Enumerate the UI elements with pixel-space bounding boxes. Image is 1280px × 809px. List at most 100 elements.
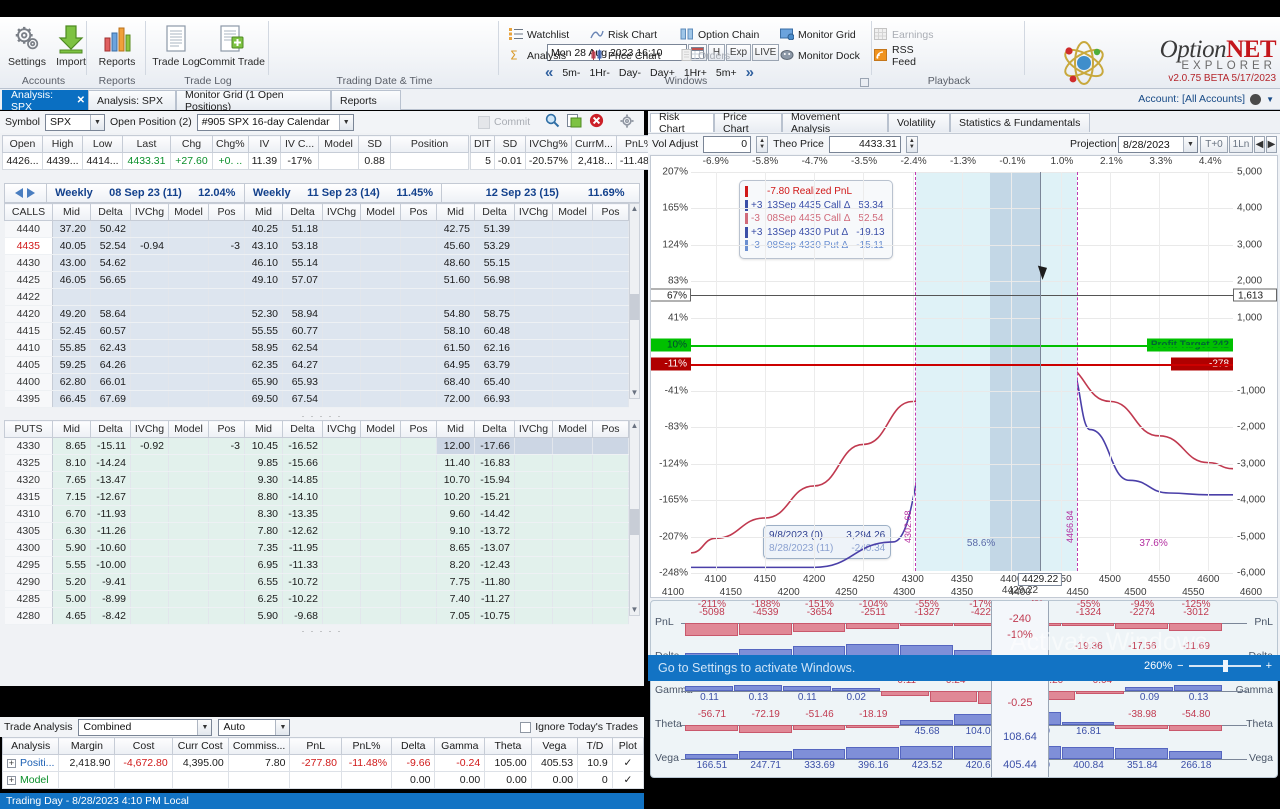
chain-cell-delta[interactable]	[474, 288, 515, 306]
chain-cell-delta[interactable]: -16.83	[474, 454, 515, 472]
chain-cell-model[interactable]	[168, 237, 209, 255]
chain-row[interactable]: 4280 4.65 -8.42 5.90 -9.68 7.05 -10.75	[4, 607, 629, 625]
chain-cell-model[interactable]	[168, 356, 209, 374]
ta-row[interactable]: + Positi... 2,418.90 -4,672.80 4,395.00 7.80-…	[1, 754, 645, 772]
chain-cell-pos[interactable]	[592, 471, 629, 489]
chain-cell-pos[interactable]	[400, 373, 437, 391]
chain-cell-model[interactable]	[168, 322, 209, 340]
chain-cell-pos[interactable]	[592, 254, 629, 272]
chain-cell-mid[interactable]: 6.95	[244, 556, 283, 574]
chain-cell-ivchg[interactable]	[514, 437, 553, 455]
chain-cell-pos[interactable]: -3	[208, 237, 245, 255]
chain-cell-mid[interactable]: 42.75	[436, 220, 475, 238]
chain-cell-model[interactable]	[360, 607, 401, 625]
chain-cell-mid[interactable]: 49.20	[52, 305, 91, 323]
position-select[interactable]: #905 SPX 16-day Calendar ▼	[196, 113, 354, 131]
chain-cell-delta[interactable]: 54.62	[90, 254, 131, 272]
chain-cell-ivchg[interactable]	[514, 590, 553, 608]
chain-cell-mid[interactable]: 5.90	[52, 539, 91, 557]
chain-row[interactable]: 4430 43.00 54.62 46.10 55.14 48.60 55.15	[4, 254, 629, 272]
chain-cell-pos[interactable]	[400, 539, 437, 557]
chain-cell-ivchg[interactable]	[322, 254, 361, 272]
chain-cell-mid[interactable]: 8.65	[52, 437, 91, 455]
chain-cell-model[interactable]	[360, 590, 401, 608]
chain-cell-mid[interactable]: 54.80	[436, 305, 475, 323]
window-monitor-dock-button[interactable]: Monitor Dock	[778, 47, 862, 65]
chain-cell-mid[interactable]: 68.40	[436, 373, 475, 391]
chain-cell-pos[interactable]	[400, 339, 437, 357]
chain-strike[interactable]: 4435	[4, 237, 53, 255]
chain-cell-pos[interactable]	[592, 356, 629, 374]
chain-cell-model[interactable]	[552, 288, 593, 306]
tab-statistics-fundamentals[interactable]: Statistics & Fundamentals	[950, 113, 1090, 132]
chain-cell-delta[interactable]: -14.10	[282, 488, 323, 506]
expiry-header-1[interactable]: Weekly 08 Sep 23 (11) 12.04%	[47, 184, 245, 202]
chain-cell-delta[interactable]: 67.69	[90, 390, 131, 408]
chain-cell-delta[interactable]: 58.75	[474, 305, 515, 323]
chain-cell-delta[interactable]: -12.62	[282, 522, 323, 540]
chain-cell-ivchg[interactable]	[322, 322, 361, 340]
chain-cell-pos[interactable]: -3	[208, 437, 245, 455]
chain-cell-ivchg[interactable]	[130, 339, 169, 357]
chain-cell-pos[interactable]	[592, 220, 629, 238]
chain-strike[interactable]: 4415	[4, 322, 53, 340]
chain-strike[interactable]: 4310	[4, 505, 53, 523]
chain-cell-model[interactable]	[168, 271, 209, 289]
expand-icon[interactable]: +	[7, 759, 16, 768]
greeks-panel[interactable]: 4100 4150 4200 4250 4300 4350 4400 4450 4500 4550…	[650, 585, 1278, 778]
chain-cell-delta[interactable]: 58.64	[90, 305, 131, 323]
chain-cell-delta[interactable]: -9.41	[90, 573, 131, 591]
windows-dialog-launcher[interactable]	[860, 78, 869, 87]
chain-cell-ivchg[interactable]	[322, 539, 361, 557]
chain-cell-pos[interactable]	[400, 522, 437, 540]
chain-strike[interactable]: 4285	[4, 590, 53, 608]
chain-cell-mid[interactable]: 10.70	[436, 471, 475, 489]
chain-cell-delta[interactable]: -15.21	[474, 488, 515, 506]
tab-volatility[interactable]: Volatility	[888, 113, 950, 132]
chain-cell-ivchg[interactable]	[322, 505, 361, 523]
projection-next-button[interactable]: ▶	[1266, 136, 1277, 153]
chain-cell-mid[interactable]: 9.60	[436, 505, 475, 523]
scroll-down-icon[interactable]: ▼	[630, 605, 639, 615]
chain-cell-ivchg[interactable]	[514, 305, 553, 323]
chain-cell-mid[interactable]: 51.60	[436, 271, 475, 289]
chain-cell-model[interactable]	[168, 339, 209, 357]
chain-cell-mid[interactable]: 4.65	[52, 607, 91, 625]
chain-cell-ivchg[interactable]	[322, 454, 361, 472]
chain-cell-delta[interactable]: 55.14	[282, 254, 323, 272]
chain-cell-model[interactable]	[168, 488, 209, 506]
chain-cell-pos[interactable]	[208, 573, 245, 591]
chain-cell-mid[interactable]: 7.40	[436, 590, 475, 608]
chain-cell-model[interactable]	[168, 390, 209, 408]
chain-cell-pos[interactable]	[208, 339, 245, 357]
chain-cell-delta[interactable]: 63.79	[474, 356, 515, 374]
chain-cell-model[interactable]	[360, 373, 401, 391]
chevron-down-icon[interactable]: ▼	[1266, 95, 1274, 104]
chain-cell-ivchg[interactable]	[322, 305, 361, 323]
chain-cell-pos[interactable]	[400, 454, 437, 472]
chain-cell-pos[interactable]	[592, 454, 629, 472]
chevron-left-icon[interactable]	[15, 188, 24, 198]
chain-row[interactable]: 4395 66.45 67.69 69.50 67.54 72.00 66.93	[4, 390, 629, 408]
chain-cell-ivchg[interactable]	[322, 522, 361, 540]
chain-strike[interactable]: 4420	[4, 305, 53, 323]
chain-cell-delta[interactable]: -10.75	[474, 607, 515, 625]
chain-cell-model[interactable]	[168, 539, 209, 557]
chain-cell-delta[interactable]: 53.29	[474, 237, 515, 255]
export-icon[interactable]	[567, 113, 582, 131]
chain-cell-pos[interactable]	[400, 505, 437, 523]
chain-cell-mid[interactable]: 8.65	[436, 539, 475, 557]
chain-cell-ivchg[interactable]	[514, 454, 553, 472]
chain-cell-model[interactable]	[552, 590, 593, 608]
chain-cell-delta[interactable]: 60.48	[474, 322, 515, 340]
expiry-header-2[interactable]: Weekly 11 Sep 23 (14) 11.45%	[245, 184, 443, 202]
tab-analysis-spx-1[interactable]: Analysis: SPX ✕	[2, 89, 94, 113]
chain-cell-delta[interactable]	[282, 288, 323, 306]
chain-cell-delta[interactable]: 62.43	[90, 339, 131, 357]
chain-cell-model[interactable]	[360, 488, 401, 506]
chain-cell-ivchg[interactable]	[514, 373, 553, 391]
chain-cell-mid[interactable]: 6.30	[52, 522, 91, 540]
ta-row[interactable]: + Model 0.00 0.00 0.00 0.00 0 ✓	[1, 771, 645, 789]
chain-row[interactable]: 4435 40.05 52.54 -0.94 -3 43.10 53.18 45.60 53.2…	[4, 237, 629, 255]
chain-cell-ivchg[interactable]	[130, 522, 169, 540]
